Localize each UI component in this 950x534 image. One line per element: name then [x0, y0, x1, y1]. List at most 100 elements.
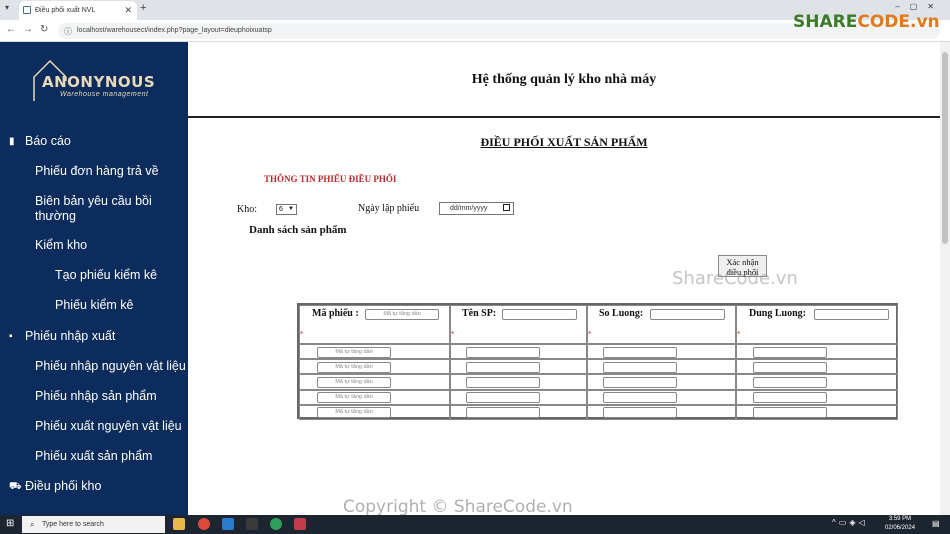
vscode-icon[interactable]	[222, 518, 234, 530]
date-placeholder: dd/mm/yyyy	[450, 205, 488, 212]
sidebar-item-label: Phiếu kiểm kê	[55, 298, 134, 312]
table-cell	[587, 374, 736, 390]
table-cell: Mã tự tăng dần	[299, 359, 450, 375]
taskbar-search-placeholder: Type here to search	[42, 521, 104, 528]
so-luong-filter-input[interactable]	[650, 309, 725, 320]
logo-tagline: Warehouse management	[60, 91, 149, 98]
dung-luong-input[interactable]	[753, 346, 827, 358]
dung-luong-input[interactable]	[753, 361, 827, 373]
ten-sp-input[interactable]	[466, 346, 540, 358]
sidebar-item-label: Phiếu nhập sản phẩm	[35, 389, 157, 403]
table-cell	[736, 389, 898, 405]
section-heading: THÔNG TIN PHIẾU ĐIỀU PHỐI	[264, 174, 397, 184]
chrome-icon[interactable]	[198, 518, 210, 530]
required-mark: *	[300, 330, 304, 339]
so-luong-input[interactable]	[603, 392, 677, 404]
so-luong-input[interactable]	[603, 407, 677, 419]
watermark-logo-part: CODE.vn	[857, 12, 940, 32]
so-luong-input[interactable]	[603, 346, 677, 358]
taskbar-clock[interactable]: 3:59 PM 02/06/2024	[885, 515, 915, 533]
bar-chart-icon: ▮	[9, 136, 15, 147]
windows-start-icon[interactable]: ⊞	[6, 518, 14, 529]
sidebar-item-phieu-nhap-sp[interactable]: Phiếu nhập sản phẩm	[35, 389, 157, 403]
ma-phieu-input[interactable]: Mã tự tăng dần	[317, 392, 391, 404]
ten-sp-input[interactable]	[466, 407, 540, 419]
table-cell: Mã tự tăng dần	[299, 344, 450, 360]
required-mark: *	[737, 330, 741, 339]
table-cell	[736, 344, 898, 360]
recorder-icon[interactable]	[294, 518, 306, 530]
sidebar-item-bao-cao[interactable]: ▮ Báo cáo	[9, 134, 71, 148]
header-cell-so-luong: So Luong: *	[587, 305, 736, 344]
dung-luong-input[interactable]	[753, 407, 827, 419]
system-tray-icons[interactable]: ^▭◈◁	[832, 518, 868, 527]
ma-phieu-input[interactable]: Mã tự tăng dần	[317, 407, 391, 419]
kho-select[interactable]: 6 ▼	[276, 204, 297, 215]
sidebar-item-label: Phiếu nhập nguyên vật liệu	[35, 359, 186, 373]
column-header: So Luong:	[599, 308, 644, 319]
ten-sp-input[interactable]	[466, 361, 540, 373]
ma-phieu-input[interactable]: Mã tự tăng dần	[317, 346, 391, 358]
tab-search-icon[interactable]: ▾	[5, 3, 9, 12]
logo[interactable]: ANONYNOUS Warehouse management	[30, 55, 160, 105]
close-tab-icon[interactable]: ✕	[124, 1, 132, 20]
product-table: Mã phiếu : Mã tự tăng dần * Tên SP: * So…	[297, 303, 898, 420]
ma-phieu-input[interactable]: Mã tự tăng dần	[317, 376, 391, 388]
so-luong-input[interactable]	[603, 361, 677, 373]
sidebar-item-phieu-xuat-sp[interactable]: Phiếu xuất sản phẩm	[35, 449, 152, 463]
new-tab-icon[interactable]: +	[140, 2, 146, 14]
sidebar-item-phieu-kiem-ke[interactable]: Phiếu kiểm kê	[55, 298, 134, 312]
watermark-logo-part: SHARE	[793, 12, 858, 32]
table-cell: Mã tự tăng dần	[299, 404, 450, 420]
truck-icon: ⛟	[9, 481, 22, 492]
sidebar-item-tao-phieu-kiem-ke[interactable]: Tạo phiếu kiểm kê	[55, 268, 157, 282]
so-luong-input[interactable]	[603, 376, 677, 388]
sidebar-item-kiem-kho[interactable]: Kiểm kho	[35, 238, 87, 252]
header-cell-ma-phieu: Mã phiếu : Mã tự tăng dần *	[299, 305, 450, 344]
file-explorer-icon[interactable]	[173, 518, 185, 530]
ma-phieu-input[interactable]: Mã tự tăng dần	[317, 361, 391, 373]
ten-sp-input[interactable]	[466, 376, 540, 388]
window-controls[interactable]: –▢✕	[895, 2, 944, 11]
dung-luong-input[interactable]	[753, 392, 827, 404]
navigation-buttons[interactable]: ←→↻	[6, 24, 55, 35]
column-header: Mã phiếu :	[312, 308, 359, 319]
table-cell: Mã tự tăng dần	[299, 374, 450, 390]
table-cell	[736, 359, 898, 375]
sidebar-item-dieu-phoi-kho[interactable]: ⛟ Điều phối kho	[9, 479, 101, 493]
ma-phieu-filter-input[interactable]: Mã tự tăng dần	[365, 309, 439, 320]
app-icon[interactable]	[270, 518, 282, 530]
info-icon[interactable]: ⓘ	[64, 26, 72, 37]
browser-tab[interactable]: Điều phối xuất NVL ✕	[19, 1, 137, 20]
table-cell	[450, 389, 587, 405]
header-cell-dung-luong: Dung Luong: *	[736, 305, 898, 344]
tab-favicon-icon	[23, 6, 31, 14]
logo-text: ANONYNOUS	[42, 73, 156, 91]
sidebar-item-bien-ban-yeu-cau[interactable]: Biên bản yêu cầu bồi thường	[35, 194, 175, 224]
ten-sp-filter-input[interactable]	[502, 309, 577, 320]
date-input[interactable]: dd/mm/yyyy	[439, 202, 514, 215]
calendar-icon[interactable]	[503, 204, 510, 211]
sidebar-item-phieu-don-hang-tra-ve[interactable]: Phiếu đơn hàng trả về	[35, 164, 159, 178]
sidebar-item-label: Phiếu nhập xuất	[25, 329, 116, 343]
date-label: Ngày lập phiếu	[358, 203, 420, 214]
column-header: Dung Luong:	[749, 308, 806, 319]
scrollbar-thumb[interactable]	[942, 52, 948, 244]
sidebar-item-phieu-xuat-nvl[interactable]: Phiếu xuất nguyên vật liệu	[35, 419, 182, 433]
sidebar-item-phieu-nhap-xuat[interactable]: ▪ Phiếu nhập xuất	[9, 329, 116, 343]
ten-sp-input[interactable]	[466, 392, 540, 404]
column-header: Tên SP:	[462, 308, 497, 319]
sidebar-item-phieu-nhap-nvl[interactable]: Phiếu nhập nguyên vật liệu	[35, 359, 186, 373]
sidebar-item-label: Phiếu xuất sản phẩm	[35, 449, 153, 463]
taskbar-search[interactable]: ⌕ Type here to search	[22, 516, 165, 533]
chevron-down-icon: ▼	[288, 206, 294, 212]
dung-luong-filter-input[interactable]	[814, 309, 889, 320]
table-cell	[450, 344, 587, 360]
table-cell	[736, 374, 898, 390]
sidebar-item-label: Tạo phiếu kiểm kê	[55, 268, 158, 282]
sidebar-item-label: Báo cáo	[25, 134, 71, 148]
terminal-icon[interactable]	[246, 518, 258, 530]
search-icon: ⌕	[30, 520, 35, 529]
dung-luong-input[interactable]	[753, 376, 827, 388]
notification-icon[interactable]: ▤	[932, 519, 940, 528]
